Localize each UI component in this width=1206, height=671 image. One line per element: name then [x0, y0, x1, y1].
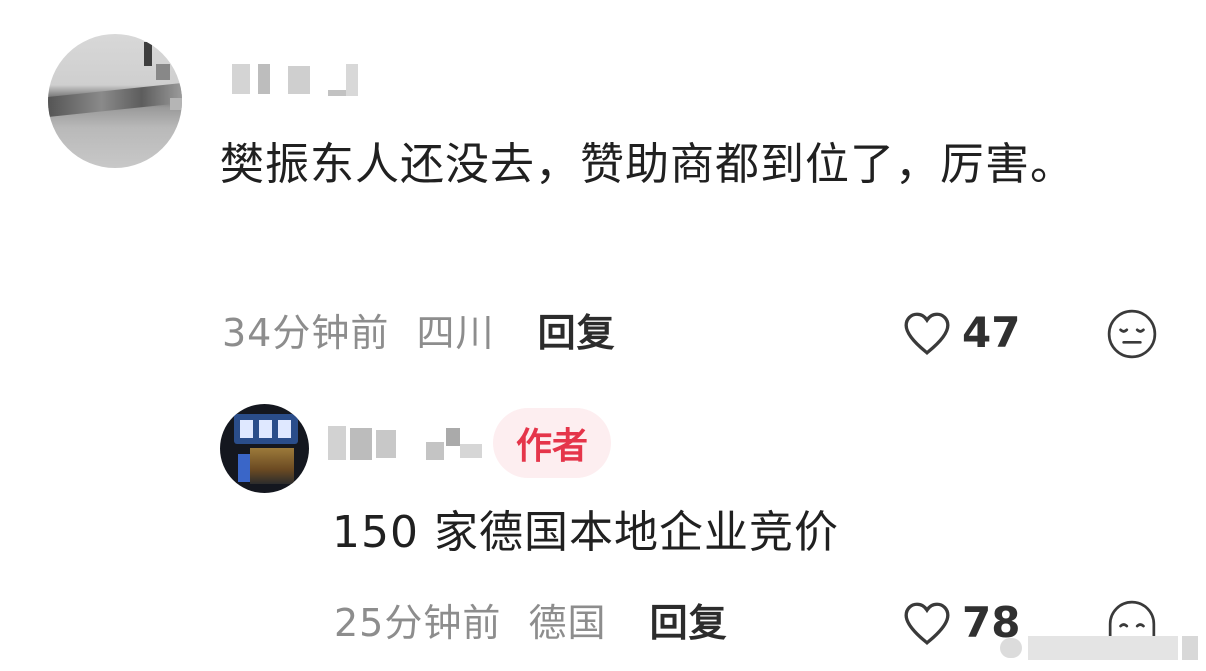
comment-text: 樊振东人还没去，赞助商都到位了，厉害。 — [220, 139, 1075, 190]
heart-outline-icon — [904, 602, 950, 645]
watermark-blur-icon — [1000, 636, 1198, 660]
reply-username-blurred[interactable] — [326, 420, 486, 466]
username-blurred[interactable] — [228, 60, 360, 102]
reply-meta: 25分钟前 德国 回复 — [334, 592, 728, 647]
comment-location: 四川 — [416, 311, 495, 355]
author-badge: 作者 — [493, 408, 611, 478]
heart-outline-icon — [904, 312, 950, 355]
reply-avatar[interactable] — [220, 404, 309, 493]
avatar[interactable] — [48, 34, 182, 168]
reply-text: 150 家德国本地企业竞价 — [332, 507, 839, 558]
reply-button[interactable]: 回复 — [538, 311, 616, 355]
expressionless-face-icon[interactable] — [1106, 308, 1158, 360]
reply-location: 德国 — [528, 601, 607, 645]
reply-time: 25分钟前 — [334, 601, 502, 645]
comment-time: 34分钟前 — [222, 311, 390, 355]
like-count: 47 — [962, 308, 1021, 357]
like-button[interactable]: 47 — [902, 308, 1020, 357]
comment-meta: 34分钟前 四川 回复 — [222, 302, 616, 357]
watermark — [1000, 630, 1200, 664]
reply-reply-button[interactable]: 回复 — [650, 601, 728, 645]
